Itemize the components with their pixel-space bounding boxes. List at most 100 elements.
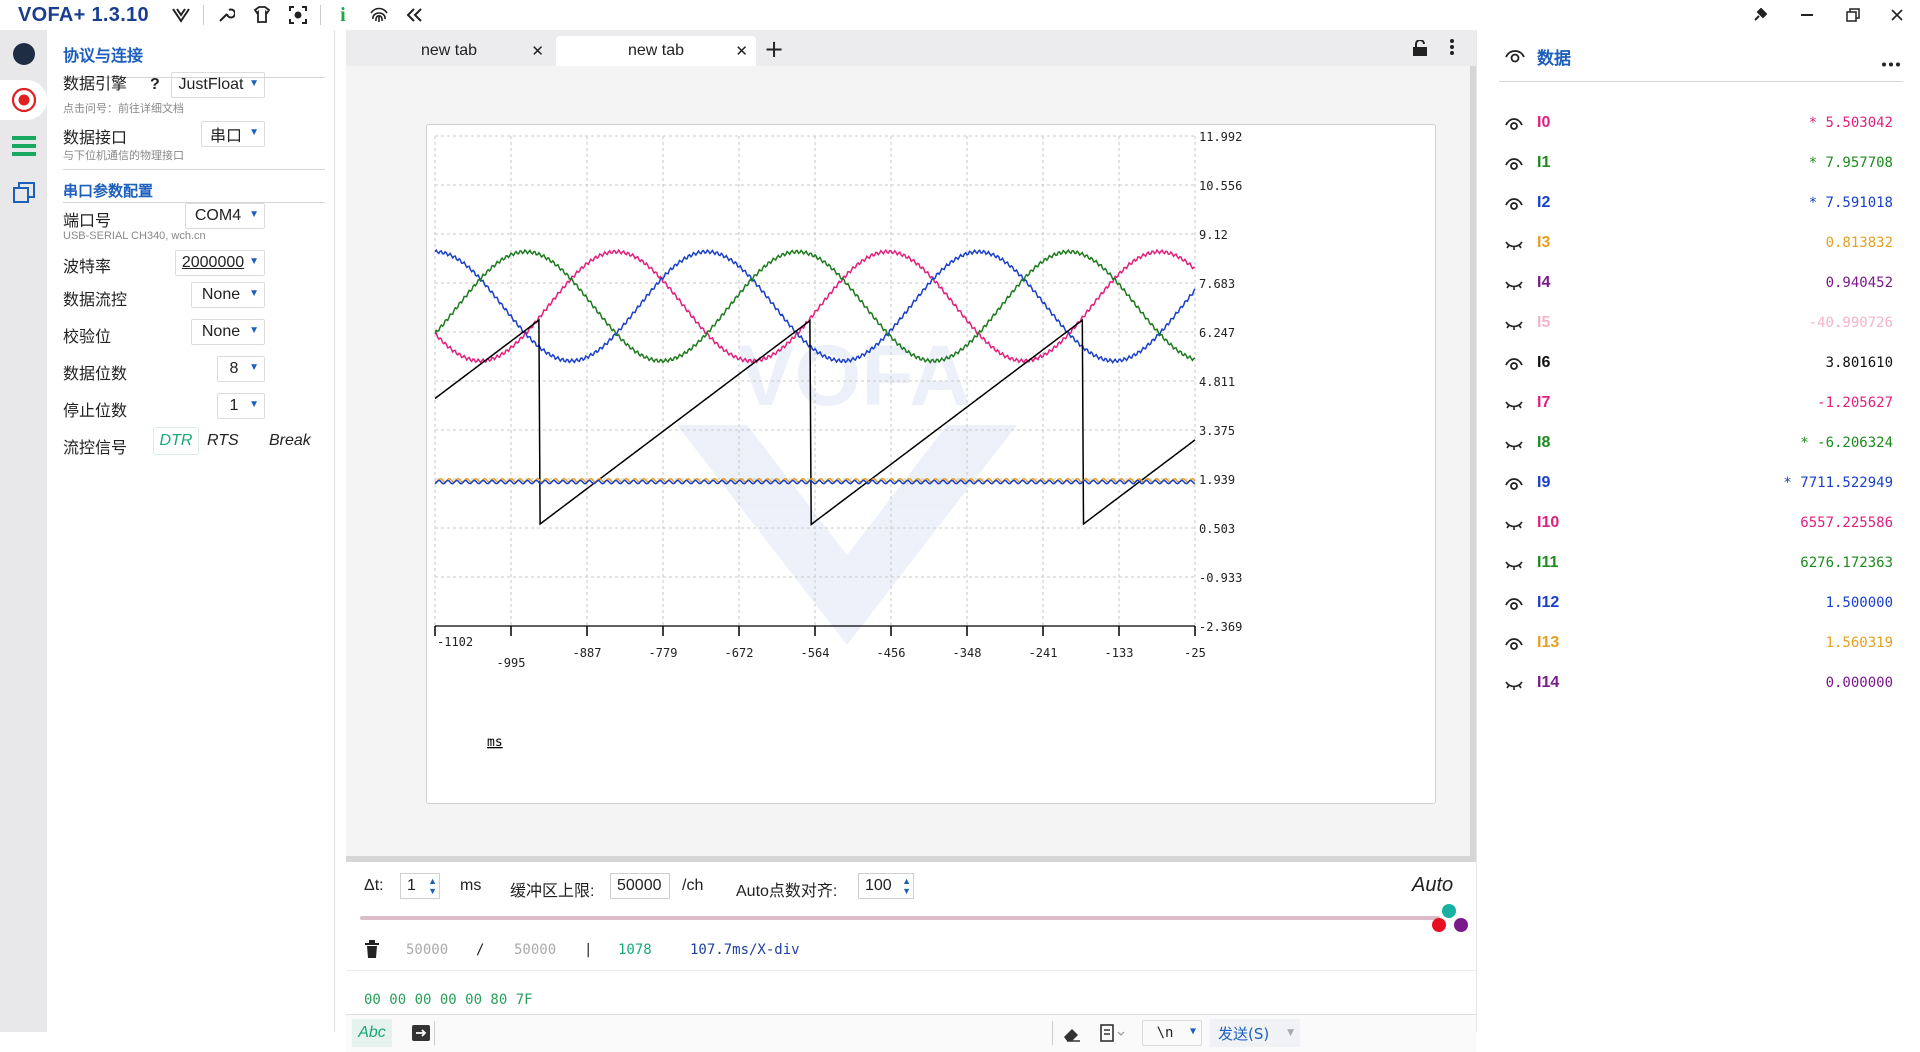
text-mode-button[interactable]: Abc	[352, 1019, 392, 1047]
minimize-icon[interactable]	[1784, 0, 1830, 30]
waveform-chart[interactable]: VOFA 11.992 10.556 9.12 7.683 6.247 4.811 3.37…	[426, 124, 1436, 804]
time-range-slider[interactable]	[360, 916, 1440, 920]
more-vertical-icon[interactable]	[1449, 38, 1455, 60]
channel-row[interactable]: I8 * -6.206324	[1477, 424, 1920, 464]
eye-closed-icon[interactable]	[1505, 556, 1523, 575]
eye-closed-icon[interactable]	[1505, 436, 1523, 455]
dt-unit: ms	[460, 877, 482, 894]
eye-icon[interactable]	[1505, 156, 1523, 175]
chevron-down-icon[interactable]: ▼	[1287, 1028, 1294, 1038]
eye-closed-icon[interactable]	[1505, 236, 1523, 255]
eye-closed-icon[interactable]	[1505, 516, 1523, 535]
send-input[interactable]	[438, 1019, 1048, 1047]
channel-value: 1.500000	[1825, 595, 1893, 611]
channel-row[interactable]: I0 * 5.503042	[1477, 104, 1920, 144]
eye-icon[interactable]	[1505, 636, 1523, 655]
channel-name: I13	[1537, 634, 1560, 651]
tab-2[interactable]: new tab ✕	[556, 36, 756, 66]
eye-icon[interactable]	[1505, 596, 1523, 615]
eye-icon[interactable]	[1505, 48, 1525, 67]
close-tab-icon[interactable]: ✕	[735, 42, 748, 60]
baud-select[interactable]: 2000000 ▼	[175, 250, 265, 276]
stopbits-select[interactable]: 1 ▼	[217, 393, 265, 419]
engine-select-value: JustFloat	[178, 76, 244, 93]
send-file-icon[interactable]	[412, 1025, 430, 1045]
more-horizontal-icon[interactable]	[1881, 52, 1901, 71]
channel-row[interactable]: I13 1.560319	[1477, 624, 1920, 664]
menu-lines-icon[interactable]	[0, 126, 47, 166]
maximize-icon[interactable]	[1830, 0, 1876, 30]
lock-icon[interactable]	[1412, 39, 1428, 60]
port-select[interactable]: COM4 ▼	[185, 203, 265, 229]
eye-icon[interactable]	[1505, 476, 1523, 495]
screenshot-icon[interactable]	[280, 0, 316, 30]
channel-row[interactable]: I7 -1.205627	[1477, 384, 1920, 424]
dt-input[interactable]: 1 ▲ ▼	[400, 873, 440, 899]
slider-handle-purple[interactable]	[1454, 918, 1468, 932]
plot-controls: Δt: 1 ▲ ▼ ms 缓冲区上限: 50000 /ch Auto点数对齐: 10…	[346, 868, 1476, 932]
channel-row[interactable]: I9 * 7711.522949	[1477, 464, 1920, 504]
tshirt-icon[interactable]	[244, 0, 280, 30]
eraser-icon[interactable]	[1062, 1025, 1082, 1047]
windows-icon[interactable]	[0, 172, 47, 212]
spinner-icon[interactable]: ▲ ▼	[902, 876, 911, 896]
channel-row[interactable]: I2 * 7.591018	[1477, 184, 1920, 224]
close-window-icon[interactable]	[1874, 0, 1920, 30]
add-tab-icon[interactable]: +	[764, 36, 784, 62]
send-button[interactable]: 发送(S) ▼	[1210, 1019, 1300, 1047]
x-axis-unit: ms	[487, 735, 503, 750]
y-tick-label: 3.375	[1199, 424, 1235, 438]
engine-select[interactable]: JustFloat ▼	[171, 72, 265, 98]
eye-closed-icon[interactable]	[1505, 396, 1523, 415]
auto-mode-button[interactable]: Auto	[1412, 874, 1453, 897]
trash-icon[interactable]	[364, 940, 380, 962]
auto-align-input[interactable]: 100 ▲ ▼	[858, 873, 914, 899]
record-icon[interactable]	[0, 80, 47, 120]
vofa-logo-icon[interactable]	[163, 0, 199, 30]
tab-1[interactable]: new tab ✕	[346, 36, 552, 66]
eye-icon[interactable]	[1505, 196, 1523, 215]
eye-closed-icon[interactable]	[1505, 676, 1523, 695]
wrench-icon[interactable]	[208, 0, 244, 30]
channel-row[interactable]: I1 * 7.957708	[1477, 144, 1920, 184]
spinner-icon[interactable]: ▲ ▼	[428, 876, 437, 896]
channel-row[interactable]: I10 6557.225586	[1477, 504, 1920, 544]
dropdown-arrow-icon: ▼	[249, 209, 259, 220]
channel-row[interactable]: I4 0.940452	[1477, 264, 1920, 304]
horizontal-scrollbar[interactable]	[346, 856, 1476, 862]
info-icon[interactable]: i	[325, 0, 361, 30]
channel-name: I8	[1537, 434, 1551, 451]
channel-row[interactable]: I12 1.500000	[1477, 584, 1920, 624]
collapse-left-icon[interactable]	[397, 0, 433, 30]
buffer-input[interactable]: 50000	[610, 873, 670, 899]
channel-row[interactable]: I11 6276.172363	[1477, 544, 1920, 584]
close-tab-icon[interactable]: ✕	[531, 42, 544, 60]
parity-select[interactable]: None ▼	[191, 319, 265, 345]
eye-icon[interactable]	[1505, 116, 1523, 135]
eye-closed-icon[interactable]	[1505, 316, 1523, 335]
eye-icon[interactable]	[1505, 356, 1523, 375]
history-icon[interactable]	[1100, 1024, 1126, 1046]
fingerprint-icon[interactable]	[361, 0, 397, 30]
rts-toggle[interactable]: RTS	[207, 432, 239, 450]
channel-row[interactable]: I3 0.813832	[1477, 224, 1920, 264]
slider-handle-red[interactable]	[1432, 918, 1446, 932]
y-tick-label: 1.939	[1199, 473, 1235, 487]
break-toggle[interactable]: Break	[269, 432, 311, 450]
engine-help-button[interactable]: ?	[150, 76, 160, 94]
channel-row[interactable]: I14 0.000000	[1477, 664, 1920, 704]
flow-select[interactable]: None ▼	[191, 282, 265, 308]
channel-row[interactable]: I5 -40.990726	[1477, 304, 1920, 344]
interface-select[interactable]: 串口 ▼	[201, 121, 265, 147]
buffer-total: 50000	[514, 942, 557, 958]
channel-value: * 5.503042	[1808, 115, 1893, 131]
databits-select[interactable]: 8 ▼	[217, 356, 265, 382]
y-tick-label: -0.933	[1199, 571, 1242, 585]
eye-closed-icon[interactable]	[1505, 276, 1523, 295]
connect-button[interactable]	[0, 34, 47, 74]
pin-icon[interactable]	[1737, 0, 1783, 30]
channel-row[interactable]: I6 3.801610	[1477, 344, 1920, 384]
eol-select[interactable]: \n ▼	[1142, 1020, 1202, 1046]
dtr-toggle[interactable]: DTR	[153, 427, 199, 455]
slider-handle-teal[interactable]	[1442, 904, 1456, 918]
